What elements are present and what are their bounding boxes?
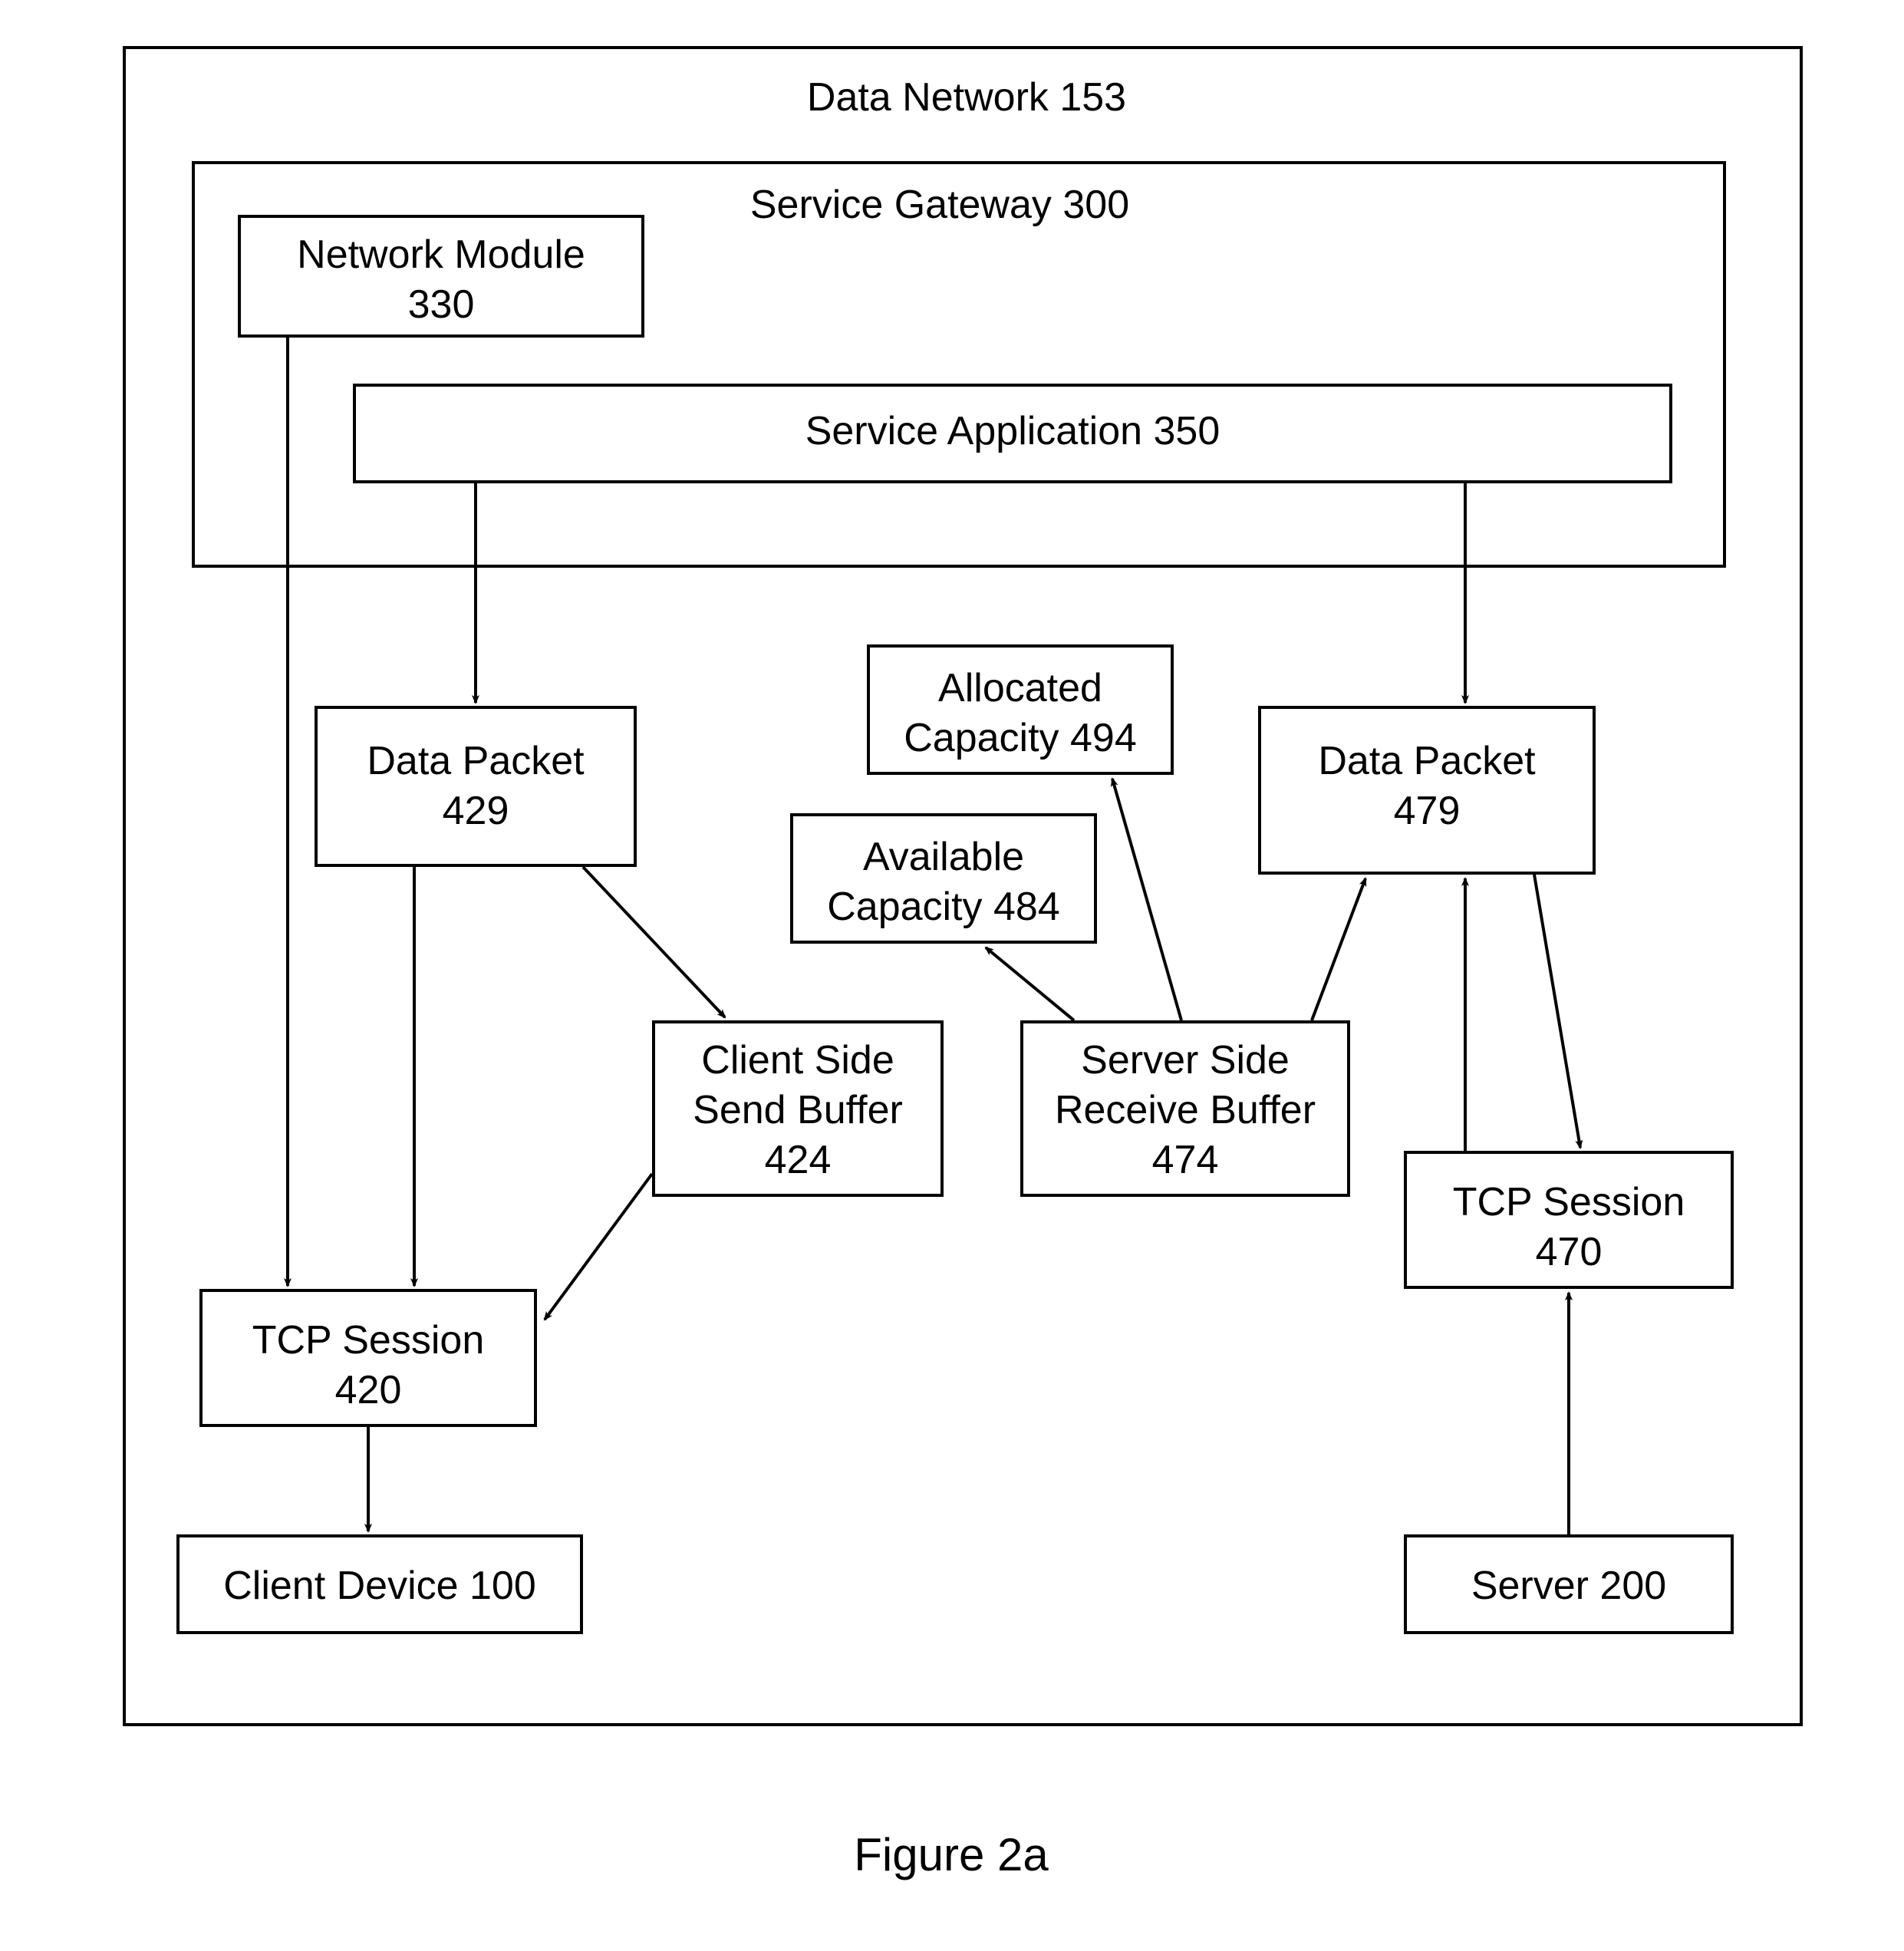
available-capacity-label: Available Capacity 484 xyxy=(790,832,1097,932)
allocated-capacity-label: Allocated Capacity 494 xyxy=(867,664,1174,763)
diagram-page: Data Network 153 Service Gateway 300 Net… xyxy=(0,0,1904,1951)
service-application-label: Service Application 350 xyxy=(353,407,1672,456)
client-device-label: Client Device 100 xyxy=(176,1561,583,1611)
tcp-session-420-label: TCP Session 420 xyxy=(199,1316,537,1415)
server-label: Server 200 xyxy=(1404,1561,1734,1611)
service-gateway-label: Service Gateway 300 xyxy=(690,180,1189,230)
network-module-label: Network Module 330 xyxy=(238,230,644,330)
server-receive-buffer-label: Server Side Receive Buffer 474 xyxy=(1020,1036,1350,1185)
data-network-label: Data Network 153 xyxy=(736,73,1197,123)
data-packet-429-label: Data Packet 429 xyxy=(315,737,637,836)
tcp-session-470-label: TCP Session 470 xyxy=(1404,1178,1734,1277)
figure-caption: Figure 2a xyxy=(759,1826,1143,1883)
client-send-buffer-label: Client Side Send Buffer 424 xyxy=(652,1036,944,1185)
data-packet-479-label: Data Packet 479 xyxy=(1258,737,1596,836)
